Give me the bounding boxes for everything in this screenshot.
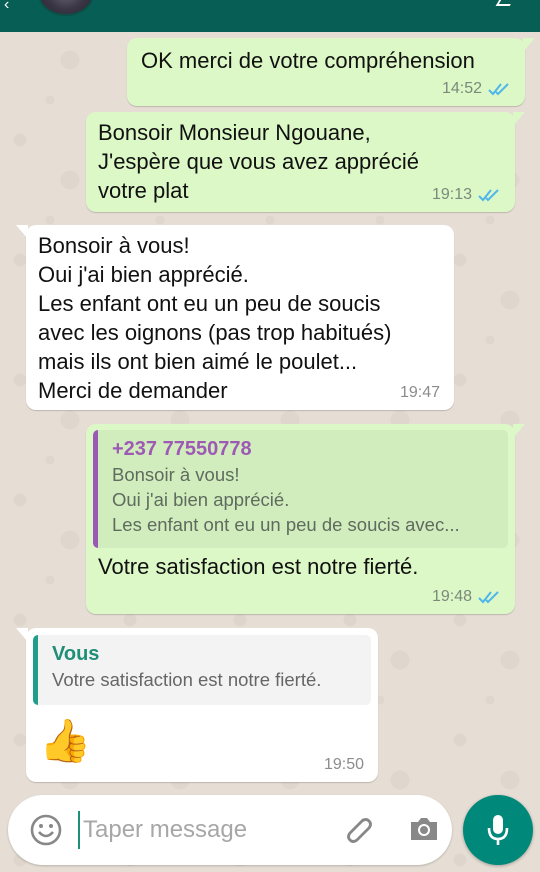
double-check-icon <box>478 591 499 604</box>
message-meta: 19:48 <box>432 588 501 606</box>
double-check-icon <box>478 189 499 202</box>
message-list[interactable]: OK merci de votre compréhension 14:52 Bo… <box>0 32 540 792</box>
quoted-text: Votre satisfaction est notre fierté. <box>52 669 322 690</box>
attach-icon[interactable] <box>339 811 375 847</box>
quoted-message[interactable]: Vous Votre satisfaction est notre fierté… <box>33 635 371 705</box>
outgoing-reply-message[interactable]: +237 77550778 Bonsoir à vous! Oui j'ai b… <box>86 424 525 614</box>
thumbs-up-emoji: 👍 <box>39 717 92 764</box>
outgoing-message[interactable]: Bonsoir Monsieur Ngouane, J'espère que v… <box>86 112 525 212</box>
emoji-icon[interactable] <box>29 813 63 847</box>
quoted-author: Vous <box>52 643 100 665</box>
chat-header: ‹ <box>0 0 540 32</box>
incoming-reply-message[interactable]: Vous Votre satisfaction est notre fierté… <box>16 628 378 782</box>
mic-icon <box>487 815 509 845</box>
quoted-message[interactable]: +237 77550778 Bonsoir à vous! Oui j'ai b… <box>93 430 508 548</box>
message-text: OK merci de votre compréhension <box>141 48 475 73</box>
double-check-icon <box>488 83 509 96</box>
outgoing-message[interactable]: OK merci de votre compréhension 14:52 <box>127 38 535 106</box>
message-time: 19:48 <box>431 588 472 605</box>
message-time: 19:50 <box>323 756 364 773</box>
message-meta: 14:52 <box>442 80 511 98</box>
message-text: Votre satisfaction est notre fierté. <box>98 554 419 579</box>
incoming-message[interactable]: Bonsoir à vous! Oui j'ai bien apprécié. … <box>16 225 454 410</box>
message-time: 14:52 <box>441 80 482 97</box>
message-time: 19:47 <box>399 384 440 401</box>
message-composer <box>8 795 452 865</box>
contact-avatar[interactable] <box>38 0 94 16</box>
back-arrow-icon[interactable]: ‹ <box>4 0 22 14</box>
chevron-icon[interactable] <box>498 0 510 6</box>
message-meta: 19:13 <box>432 186 501 204</box>
message-text: Bonsoir à vous! Oui j'ai bien apprécié. … <box>38 233 392 403</box>
message-input[interactable] <box>78 811 328 849</box>
message-meta: 19:50 <box>324 756 364 774</box>
camera-icon[interactable] <box>408 813 440 845</box>
message-meta: 19:47 <box>400 384 440 402</box>
message-time: 19:13 <box>431 186 472 203</box>
quoted-author: +237 77550778 <box>112 438 252 460</box>
quoted-text: Bonsoir à vous! Oui j'ai bien apprécié. … <box>112 464 460 535</box>
mic-button[interactable] <box>463 795 533 865</box>
